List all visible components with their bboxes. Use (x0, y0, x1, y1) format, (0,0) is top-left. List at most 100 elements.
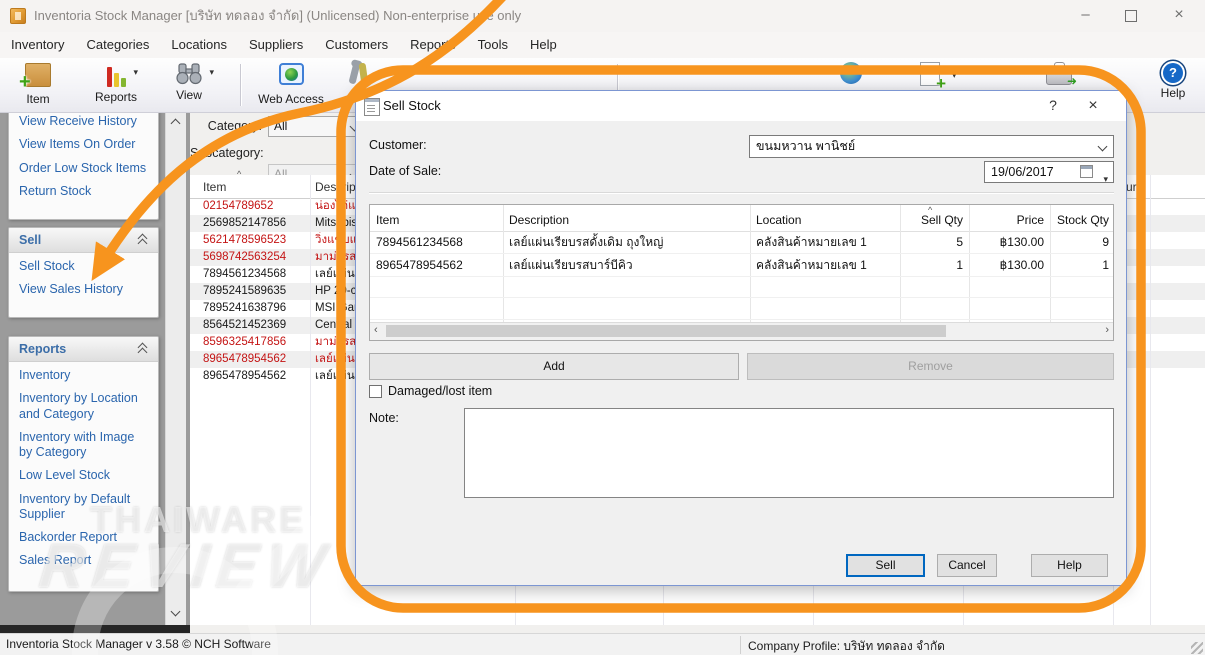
item-number: 8596325417856 (203, 336, 287, 348)
toolbar-web-access-button[interactable]: Web Access (246, 61, 336, 106)
sidebar-link[interactable]: View Sales History (9, 278, 158, 301)
toolbar-help-button[interactable]: ? Help (1146, 61, 1200, 100)
sidebar-link[interactable]: View Receive History (9, 110, 158, 133)
sidebar-link[interactable]: Order Low Stock Items (9, 157, 158, 180)
statusbar: Inventoria Stock Manager v 3.58 © NCH So… (0, 633, 1205, 655)
maximize-button[interactable] (1108, 0, 1153, 32)
category-select[interactable]: All (268, 116, 364, 137)
horizontal-scrollbar[interactable]: ‹ › (370, 322, 1113, 340)
sell-item-row[interactable]: 8965478954562 เลย์แผ่นเรียบรสบาร์บีคิว ค… (370, 254, 1113, 277)
menu-item[interactable]: Inventory (0, 32, 75, 58)
sidebar-link[interactable]: Low Level Stock (9, 464, 158, 487)
customer-select[interactable]: ขนมหวาน พานิชย์ (749, 135, 1114, 158)
sidebar-card-receive: View Receive History View Items On Order O… (8, 106, 159, 220)
toolbar-hidden-globe-icon[interactable] (840, 62, 862, 84)
sidebar-card-sell: Sell Sell Stock View Sales History (8, 227, 159, 318)
resize-grip[interactable] (1191, 642, 1203, 654)
dialog-close-button[interactable]: × (1078, 91, 1108, 121)
sidebar-scrollbar[interactable] (165, 112, 186, 625)
toolbar-reports-button[interactable]: ▾ Reports (84, 61, 148, 104)
item-number: 8965478954562 (203, 353, 287, 365)
toolbar-help-label: Help (1160, 86, 1186, 100)
cell-sell-qty: 5 (956, 235, 963, 249)
menu-item[interactable]: Suppliers (238, 32, 314, 58)
toolbar-view-button[interactable]: ▾ View (158, 61, 220, 102)
col-sell-qty[interactable]: Sell Qty (910, 213, 963, 227)
cell-stock-qty: 9 (1102, 235, 1109, 249)
grid-line (310, 175, 311, 625)
scroll-up-icon[interactable] (170, 118, 181, 129)
section-title: Sell (19, 233, 42, 247)
menu-item[interactable]: Help (519, 32, 568, 58)
scrollbar-thumb[interactable] (386, 325, 946, 337)
window-title: Inventoria Stock Manager [บริษัท ทดลอง จ… (34, 8, 522, 23)
sidebar-link[interactable]: Inventory (9, 364, 158, 387)
cancel-button[interactable]: Cancel (937, 554, 997, 577)
cell-location: คลังสินค้าหมายเลข 1 (756, 258, 867, 272)
dialog-help-button[interactable]: ? (1038, 91, 1068, 121)
date-value: 19/06/2017 (991, 165, 1054, 179)
subcategory-label: Subcategory: (190, 146, 264, 160)
sell-item-row[interactable]: 7894561234568 เลย์แผ่นเรียบรสดั้งเดิม ถุ… (370, 231, 1113, 254)
menu-item[interactable]: Customers (314, 32, 399, 58)
menu-item[interactable]: Tools (467, 32, 519, 58)
item-number: 8965478954562 (203, 370, 287, 382)
dropdown-caret-icon: ▾ (952, 70, 957, 80)
item-number: 7894561234568 (203, 268, 287, 280)
note-input[interactable] (464, 408, 1114, 498)
help-button[interactable]: Help (1031, 554, 1108, 577)
dialog-titlebar: Sell Stock ? × (356, 91, 1126, 121)
toolbar-view-label: View (176, 88, 202, 102)
toolbar-hidden-add-icon[interactable] (920, 62, 946, 94)
chevron-down-icon: ▾ (1103, 174, 1108, 184)
sell-button[interactable]: Sell (846, 554, 925, 577)
add-button[interactable]: Add (369, 353, 739, 380)
sidebar-section-header-sell[interactable]: Sell (9, 228, 158, 253)
sidebar-link[interactable]: View Items On Order (9, 133, 158, 156)
damaged-lost-checkbox[interactable] (369, 385, 382, 398)
category-value: All (274, 119, 288, 133)
sidebar-link[interactable]: Backorder Report (9, 526, 158, 549)
sidebar-card-reports: Reports Inventory Inventory by Location a… (8, 336, 159, 592)
empty-row (370, 297, 1113, 320)
sidebar-link[interactable]: Inventory by Default Supplier (9, 488, 158, 527)
toolbar-item-button[interactable]: Item (12, 61, 64, 106)
cell-location: คลังสินค้าหมายเลข 1 (756, 235, 867, 249)
col-item[interactable]: Item (376, 213, 399, 227)
scroll-left-icon[interactable]: ‹ (374, 324, 378, 336)
column-header-item[interactable]: Item (203, 180, 226, 194)
customer-value: ขนมหวาน พานิชย์ (756, 139, 856, 153)
sidebar-link[interactable]: Sell Stock (9, 255, 158, 278)
column-header-picture-fragment[interactable]: ure (1126, 180, 1143, 194)
sidebar-link[interactable]: Inventory by Location and Category (9, 387, 158, 426)
cell-description: เลย์แผ่นเรียบรสดั้งเดิม ถุงใหญ่ (509, 235, 664, 249)
cell-stock-qty: 1 (1102, 258, 1109, 272)
column-header-description[interactable]: Descrip (315, 180, 356, 194)
menu-item[interactable]: Reports (399, 32, 467, 58)
sidebar-link[interactable]: Return Stock (9, 180, 158, 203)
sort-asc-icon: ^ (928, 205, 933, 215)
col-stock-qty[interactable]: Stock Qty (1046, 213, 1109, 227)
binoculars-icon (168, 61, 210, 87)
dropdown-caret-icon: ▾ (209, 67, 214, 77)
col-description[interactable]: Description (509, 213, 569, 227)
scroll-right-icon[interactable]: › (1105, 324, 1109, 336)
separator (369, 192, 1114, 194)
close-button[interactable]: × (1153, 0, 1205, 32)
col-price[interactable]: Price (975, 213, 1044, 227)
chevron-down-icon (1097, 141, 1108, 152)
sidebar-link[interactable]: Inventory with Image by Category (9, 426, 158, 465)
minimize-button[interactable]: – (1063, 0, 1108, 32)
bar-chart-icon (96, 61, 136, 87)
toolbar-hidden-case-icon[interactable] (1046, 62, 1077, 88)
menu-item[interactable]: Locations (160, 32, 238, 58)
maximize-icon (1124, 10, 1137, 22)
scroll-down-icon[interactable] (170, 606, 181, 617)
sidebar-section-header-reports[interactable]: Reports (9, 337, 158, 362)
col-location[interactable]: Location (756, 213, 801, 227)
date-of-sale-field[interactable]: 19/06/2017 ▾ (984, 161, 1114, 184)
menu-item[interactable]: Categories (75, 32, 160, 58)
collapse-icon[interactable] (137, 233, 148, 249)
sidebar-link[interactable]: Sales Report (9, 549, 158, 572)
collapse-icon[interactable] (137, 342, 148, 358)
